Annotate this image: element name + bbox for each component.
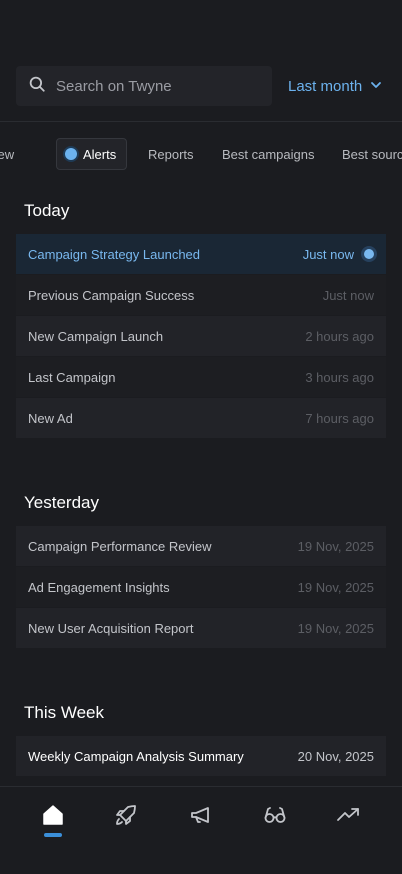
- tab-reports[interactable]: Reports: [148, 138, 194, 170]
- alert-dot-icon: [65, 148, 77, 160]
- list-this-week: Weekly Campaign Analysis Summary 20 Nov,…: [16, 736, 386, 777]
- item-time: 19 Nov, 2025: [297, 620, 374, 636]
- item-meta: Just now: [303, 247, 374, 262]
- search-placeholder: Search on Twyne: [56, 77, 172, 95]
- tab-overview[interactable]: Overview: [0, 138, 14, 170]
- megaphone-icon: [189, 803, 213, 843]
- item-time: 3 hours ago: [305, 369, 374, 385]
- item-time: 2 hours ago: [305, 328, 374, 344]
- tab-label: Alerts: [83, 146, 117, 162]
- item-title: New Ad: [28, 410, 73, 426]
- unread-dot-icon: [364, 249, 374, 259]
- home-icon: [41, 803, 65, 843]
- list-item[interactable]: Previous Campaign Success Just now: [16, 275, 386, 315]
- list-today: Campaign Strategy Launched Just now Prev…: [16, 234, 386, 439]
- bottom-nav: [0, 786, 402, 874]
- tab-bar: Overview Alerts Reports Best campaigns B…: [0, 138, 402, 172]
- item-title: New Campaign Launch: [28, 328, 164, 344]
- header: Search on Twyne Last month: [0, 0, 402, 122]
- item-title: Ad Engagement Insights: [28, 579, 170, 595]
- search-icon: [28, 75, 46, 98]
- item-title: Last Campaign: [28, 369, 116, 385]
- search-input[interactable]: Search on Twyne: [16, 66, 272, 106]
- item-title: Previous Campaign Success: [28, 287, 195, 303]
- list-item[interactable]: Campaign Strategy Launched Just now: [16, 234, 386, 274]
- list-item[interactable]: New User Acquisition Report 19 Nov, 2025: [16, 608, 386, 648]
- list-yesterday: Campaign Performance Review 19 Nov, 2025…: [16, 526, 386, 649]
- nav-ads[interactable]: [181, 803, 221, 843]
- item-time: Just now: [302, 246, 354, 262]
- list-item[interactable]: New Campaign Launch 2 hours ago: [16, 316, 386, 356]
- nav-home[interactable]: [33, 803, 73, 843]
- item-time: 20 Nov, 2025: [297, 748, 374, 764]
- tab-best-campaigns[interactable]: Best campaigns: [222, 138, 315, 170]
- list-item[interactable]: Last Campaign 3 hours ago: [16, 357, 386, 397]
- nav-insights[interactable]: [255, 803, 295, 843]
- period-dropdown[interactable]: Last month: [288, 66, 382, 106]
- list-item[interactable]: Ad Engagement Insights 19 Nov, 2025: [16, 567, 386, 607]
- list-item[interactable]: Campaign Performance Review 19 Nov, 2025: [16, 526, 386, 566]
- chevron-down-icon: [362, 78, 382, 95]
- tab-label: Reports: [148, 146, 194, 162]
- tab-label: Overview: [0, 146, 15, 162]
- section-title-yesterday: Yesterday: [24, 493, 99, 512]
- active-tab-indicator: [44, 833, 62, 837]
- section-title-today: Today: [24, 201, 70, 220]
- list-item[interactable]: New Ad 7 hours ago: [16, 398, 386, 438]
- item-title: Campaign Performance Review: [28, 538, 212, 554]
- trending-up-icon: [336, 803, 360, 843]
- nav-trends[interactable]: [328, 803, 368, 843]
- tab-alerts[interactable]: Alerts: [56, 138, 128, 170]
- item-time: 7 hours ago: [305, 410, 374, 426]
- item-time: Just now: [322, 287, 374, 303]
- list-item[interactable]: Weekly Campaign Analysis Summary 20 Nov,…: [16, 736, 386, 776]
- item-time: 19 Nov, 2025: [297, 538, 374, 554]
- glasses-icon: [263, 803, 287, 843]
- tab-best-sources[interactable]: Best sources: [342, 138, 402, 170]
- section-title-this-week: This Week: [24, 703, 104, 722]
- period-label: Last month: [288, 77, 363, 95]
- nav-campaigns[interactable]: [106, 803, 146, 843]
- item-title: Weekly Campaign Analysis Summary: [28, 748, 244, 764]
- item-title: New User Acquisition Report: [28, 620, 194, 636]
- tab-label: Best campaigns: [222, 146, 315, 162]
- item-time: 19 Nov, 2025: [297, 579, 374, 595]
- tab-label: Best sources: [342, 146, 402, 162]
- item-title: Campaign Strategy Launched: [28, 246, 201, 262]
- rocket-icon: [114, 803, 138, 843]
